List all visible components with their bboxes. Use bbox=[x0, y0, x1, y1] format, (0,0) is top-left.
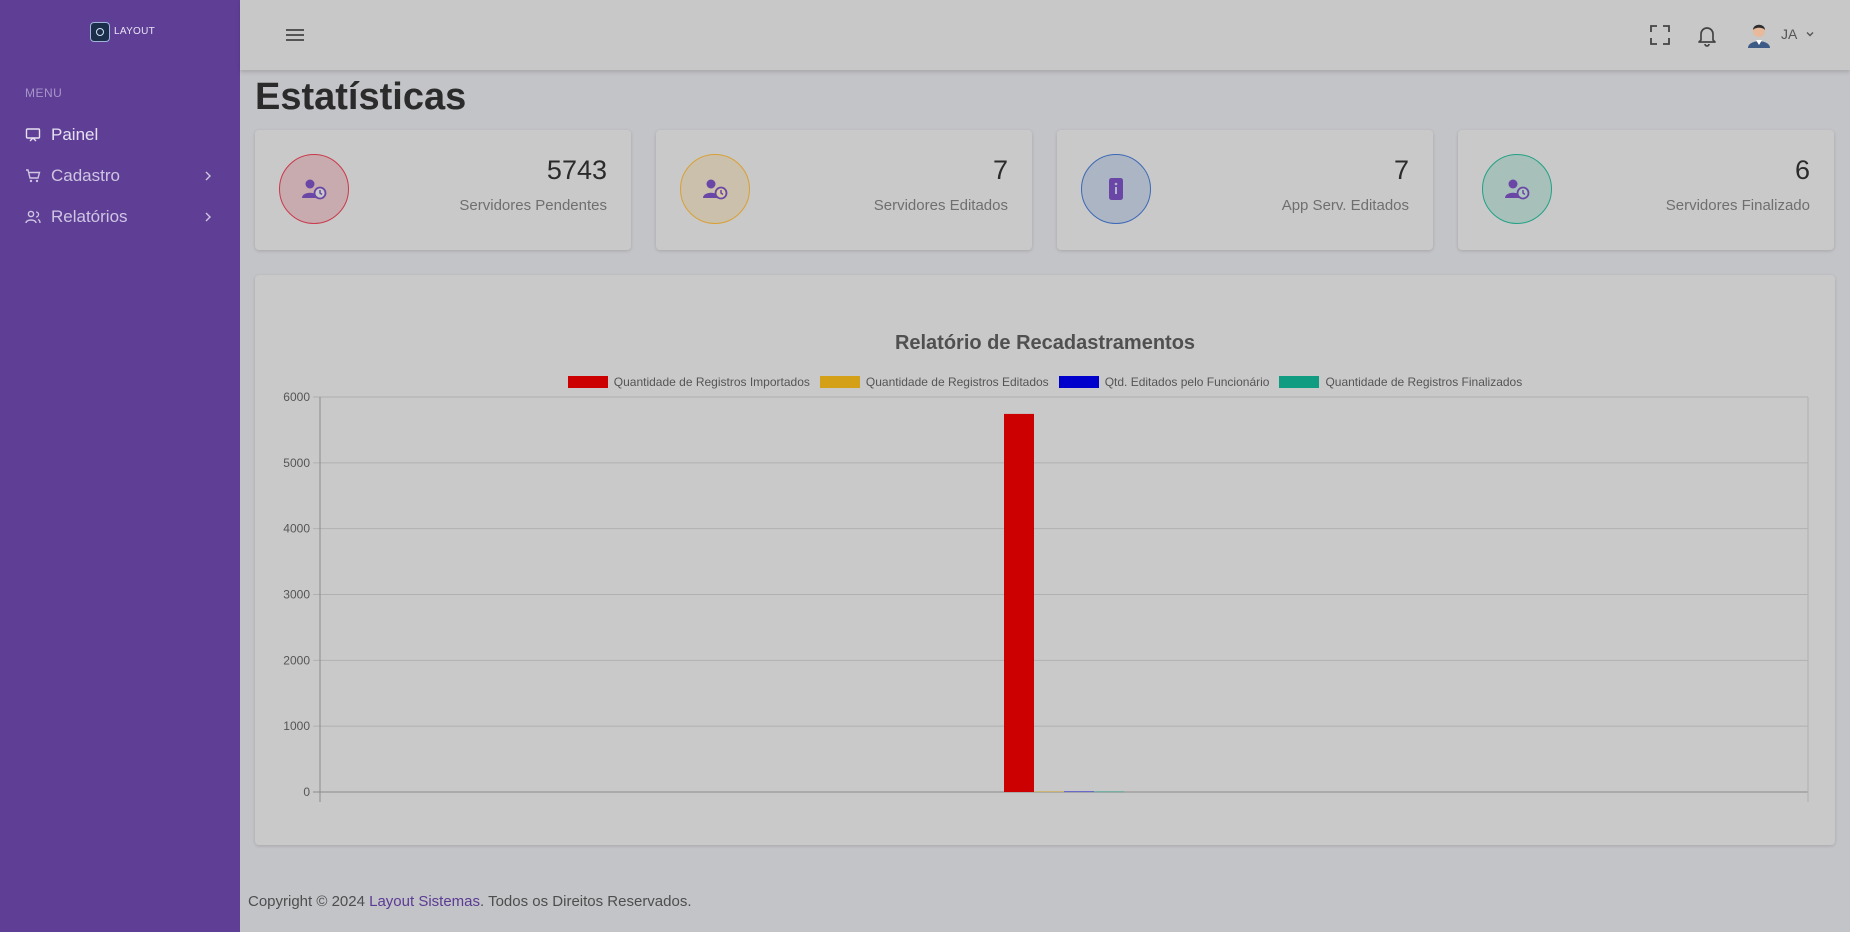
hamburger-menu-icon[interactable] bbox=[284, 24, 306, 46]
bar-0 bbox=[1004, 413, 1034, 792]
brand-name: LAYOUT bbox=[114, 26, 156, 37]
footer-prefix: Copyright © 2024 bbox=[248, 893, 370, 910]
menu-title: MENU bbox=[25, 86, 63, 100]
user-clock-icon bbox=[1505, 179, 1530, 200]
stat-card-editados: 7 Servidores Editados bbox=[656, 130, 1032, 250]
legend-swatch bbox=[819, 376, 860, 388]
avatar bbox=[1748, 24, 1770, 48]
legend-label: Quantidade de Registros Importados bbox=[613, 375, 810, 389]
stat-value: 6 bbox=[1794, 155, 1810, 185]
sidebar-item-label: Relatórios bbox=[51, 207, 128, 226]
stat-label: Servidores Editados bbox=[873, 197, 1008, 214]
y-tick-label: 0 bbox=[303, 785, 310, 799]
sidebar-item-relatorios[interactable]: Relatórios bbox=[25, 205, 215, 229]
y-tick-label: 4000 bbox=[283, 522, 310, 536]
legend-swatch bbox=[1279, 376, 1320, 388]
y-tick-label: 1000 bbox=[283, 719, 310, 733]
stat-value: 7 bbox=[992, 155, 1008, 185]
legend-item[interactable]: Qtd. Editados pelo Funcionário bbox=[1058, 375, 1270, 389]
users-icon bbox=[25, 210, 41, 224]
chevron-right-icon bbox=[205, 212, 211, 222]
stat-icon-circle bbox=[279, 154, 349, 224]
fullscreen-icon[interactable] bbox=[1648, 23, 1672, 47]
legend-swatch bbox=[567, 376, 608, 388]
legend-item[interactable]: Quantidade de Registros Importados bbox=[567, 375, 810, 389]
stat-value: 5743 bbox=[546, 155, 607, 185]
bar-2 bbox=[1064, 791, 1094, 793]
legend-label: Quantidade de Registros Finalizados bbox=[1325, 375, 1523, 389]
sidebar-item-label: Cadastro bbox=[51, 166, 120, 185]
y-tick-label: 5000 bbox=[283, 456, 310, 470]
user-initials: JA bbox=[1781, 26, 1798, 42]
sidebar-item-label: Painel bbox=[51, 125, 99, 144]
bar-chart: 0 1000 2000 3000 4000 5000 6000 bbox=[283, 390, 1809, 802]
sidebar-item-cadastro[interactable]: Cadastro bbox=[25, 164, 215, 188]
stat-icon-circle bbox=[1081, 154, 1151, 224]
user-clock-icon bbox=[703, 179, 728, 200]
topbar: JA bbox=[240, 0, 1850, 70]
stat-card-finalizado: 6 Servidores Finalizado bbox=[1458, 130, 1834, 250]
footer-suffix: . Todos os Direitos Reservados. bbox=[480, 893, 692, 910]
legend-item[interactable]: Quantidade de Registros Finalizados bbox=[1279, 375, 1522, 389]
footer: Copyright © 2024 Layout Sistemas. Todos … bbox=[248, 893, 692, 910]
presentation-icon bbox=[25, 128, 41, 142]
sidebar-item-painel[interactable]: Painel bbox=[25, 123, 215, 147]
y-tick-label: 2000 bbox=[283, 653, 310, 667]
y-tick-label: 6000 bbox=[283, 390, 310, 404]
brand-logo[interactable]: LAYOUT bbox=[90, 22, 155, 42]
mobile-info-icon bbox=[1109, 178, 1123, 200]
stat-label: Servidores Finalizado bbox=[1665, 197, 1810, 214]
legend-swatch bbox=[1058, 376, 1099, 388]
stat-card-app-editados: 7 App Serv. Editados bbox=[1057, 130, 1433, 250]
user-menu[interactable]: JA bbox=[1745, 20, 1815, 48]
legend-item[interactable]: Quantidade de Registros Editados bbox=[819, 375, 1049, 389]
y-tick-label: 3000 bbox=[283, 588, 310, 602]
logo-icon bbox=[90, 22, 110, 42]
chart-card: 0 1000 2000 3000 4000 5000 6000 Relatório de R… bbox=[255, 275, 1835, 845]
chevron-down-icon bbox=[1806, 32, 1814, 37]
stat-icon-circle bbox=[1482, 154, 1552, 224]
stat-label: Servidores Pendentes bbox=[459, 197, 607, 214]
stat-value: 7 bbox=[1393, 155, 1409, 185]
page-title: Estatísticas bbox=[255, 76, 467, 118]
bell-icon[interactable] bbox=[1695, 23, 1719, 47]
user-clock-icon bbox=[302, 179, 327, 200]
chart-title: Relatório de Recadastramentos bbox=[894, 332, 1196, 354]
bar-1 bbox=[1034, 791, 1064, 793]
chart-legend: Quantidade de Registros Importados Quant… bbox=[255, 375, 1835, 389]
chevron-right-icon bbox=[205, 171, 211, 181]
legend-label: Quantidade de Registros Editados bbox=[865, 375, 1049, 389]
legend-label: Qtd. Editados pelo Funcionário bbox=[1104, 375, 1270, 389]
stat-icon-circle bbox=[680, 154, 750, 224]
footer-company-link[interactable]: Layout Sistemas bbox=[369, 893, 480, 910]
stat-card-pendentes: 5743 Servidores Pendentes bbox=[255, 130, 631, 250]
sidebar: LAYOUT MENU Painel Cadastro Relatórios bbox=[0, 0, 240, 932]
stat-label: App Serv. Editados bbox=[1281, 197, 1409, 214]
bar-3 bbox=[1094, 791, 1124, 793]
cart-icon bbox=[26, 169, 41, 183]
